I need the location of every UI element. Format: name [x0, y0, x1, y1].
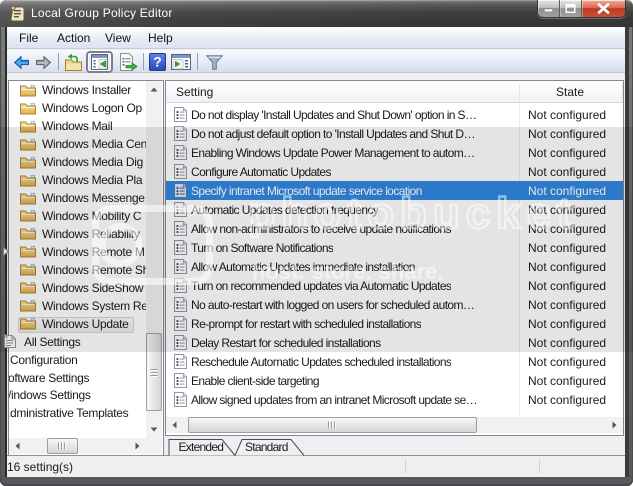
svg-text:?: ?: [153, 54, 162, 70]
